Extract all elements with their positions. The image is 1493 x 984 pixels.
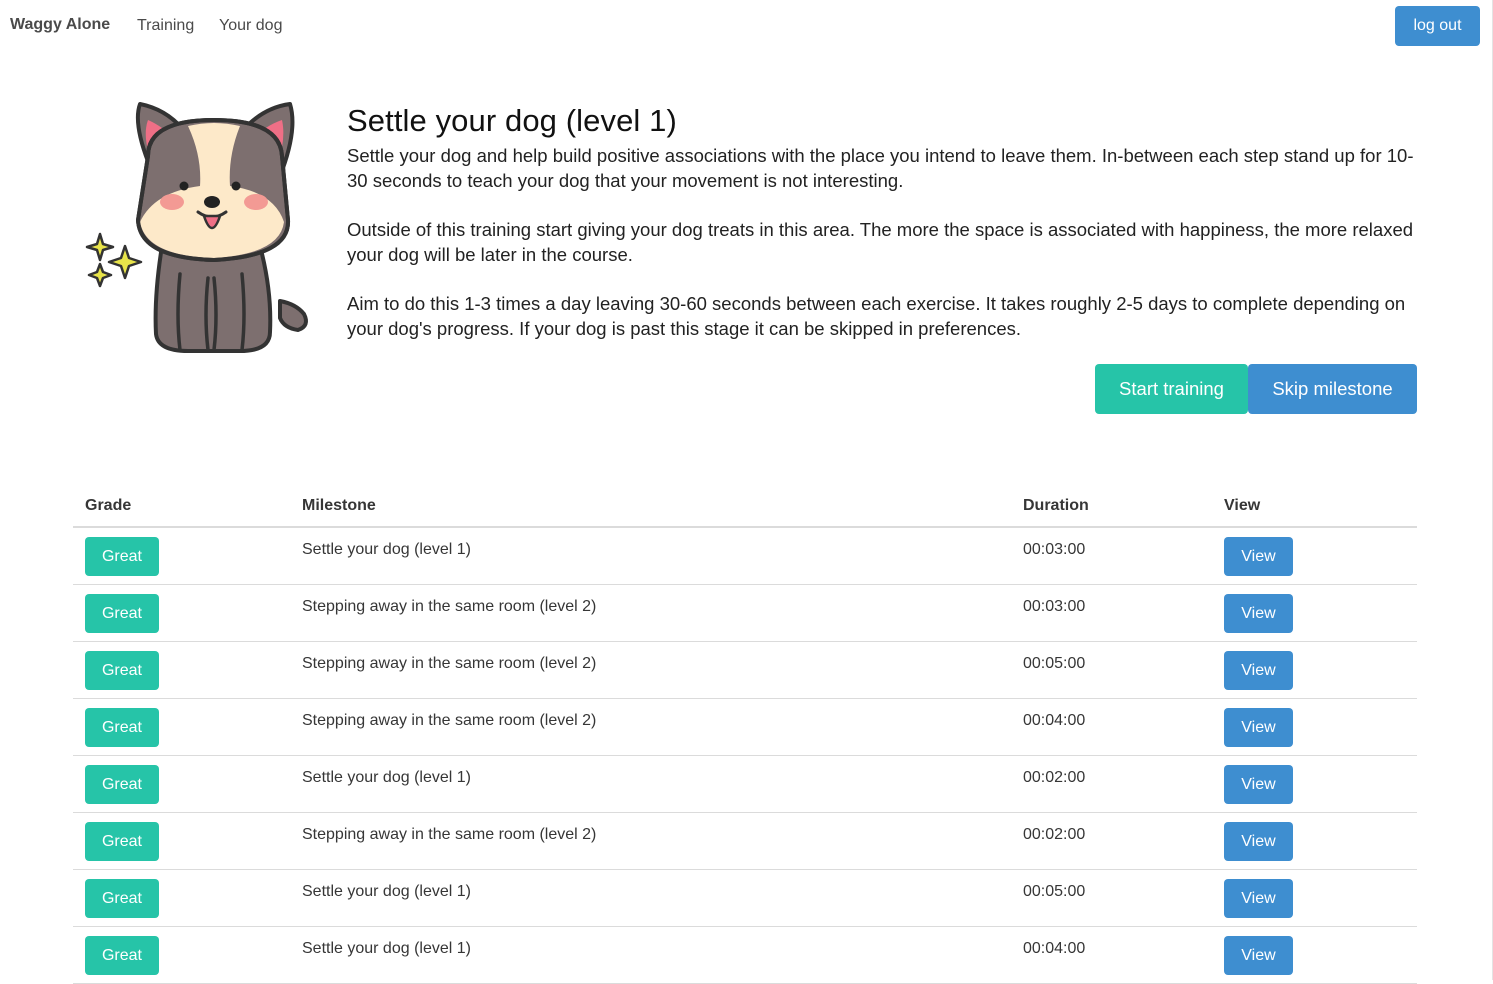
milestone-treats-tip: Outside of this training start giving yo… [347,219,1414,265]
view-button[interactable]: View [1224,594,1293,633]
skip-milestone-button[interactable]: Skip milestone [1248,364,1417,414]
view-button[interactable]: View [1224,822,1293,861]
table-row: Great Stepping away in the same room (le… [73,699,1417,756]
column-header-milestone: Milestone [302,497,376,514]
view-button[interactable]: View [1224,879,1293,918]
duration-cell: 00:03:00 [1023,598,1086,615]
navbar: Waggy Alone Training Your dog log out [0,0,1492,52]
column-header-view: View [1224,497,1261,514]
view-button[interactable]: View [1224,765,1293,804]
grade-badge[interactable]: Great [85,936,159,975]
grade-badge[interactable]: Great [85,708,159,747]
logout-button[interactable]: log out [1395,6,1480,46]
milestone-cell: Settle your dog (level 1) [302,769,471,786]
table-row: Great Stepping away in the same room (le… [73,642,1417,699]
table-row: Great Stepping away in the same room (le… [73,585,1417,642]
milestone-cell: Settle your dog (level 1) [302,541,471,558]
grade-badge[interactable]: Great [85,651,159,690]
dog-illustration [85,102,308,353]
table-row: Great Settle your dog (level 1) 00:05:00… [73,870,1417,927]
view-button[interactable]: View [1224,651,1293,690]
milestone-title: Settle your dog (level 1) [347,103,677,138]
duration-cell: 00:02:00 [1023,769,1086,786]
view-button[interactable]: View [1224,537,1293,576]
milestone-cell: Stepping away in the same room (level 2) [302,826,597,843]
milestone-cell: Stepping away in the same room (level 2) [302,712,597,729]
table-header-row: Grade Milestone Duration View [73,488,1417,528]
brand-link[interactable]: Waggy Alone [10,16,110,34]
milestone-cell: Settle your dog (level 1) [302,883,471,900]
table-row: Great Settle your dog (level 1) 00:03:00… [73,528,1417,585]
table-row: Great Settle your dog (level 1) 00:02:00… [73,756,1417,813]
sparkle-icon [85,232,143,288]
nav-link-your-dog[interactable]: Your dog [219,17,282,35]
view-button[interactable]: View [1224,708,1293,747]
duration-cell: 00:04:00 [1023,940,1086,957]
table-row: Great Settle your dog (level 1) 00:04:00… [73,927,1417,984]
milestone-cell: Stepping away in the same room (level 2) [302,655,597,672]
grade-badge[interactable]: Great [85,822,159,861]
start-training-button[interactable]: Start training [1095,364,1248,414]
grade-badge[interactable]: Great [85,537,159,576]
milestone-cell: Settle your dog (level 1) [302,940,471,957]
grade-badge[interactable]: Great [85,594,159,633]
view-button[interactable]: View [1224,936,1293,975]
duration-cell: 00:05:00 [1023,655,1086,672]
duration-cell: 00:03:00 [1023,541,1086,558]
grade-badge[interactable]: Great [85,879,159,918]
column-header-grade: Grade [85,497,132,514]
duration-cell: 00:04:00 [1023,712,1086,729]
training-history-table: Grade Milestone Duration View Great Sett… [73,488,1417,984]
duration-cell: 00:02:00 [1023,826,1086,843]
table-row: Great Stepping away in the same room (le… [73,813,1417,870]
nav-link-training[interactable]: Training [137,17,194,35]
duration-cell: 00:05:00 [1023,883,1086,900]
milestone-cell: Stepping away in the same room (level 2) [302,598,597,615]
milestone-description: Settle your dog and help build positive … [347,145,1414,191]
grade-badge[interactable]: Great [85,765,159,804]
milestone-frequency-note: Aim to do this 1-3 times a day leaving 3… [347,293,1406,339]
column-header-duration: Duration [1023,497,1089,514]
